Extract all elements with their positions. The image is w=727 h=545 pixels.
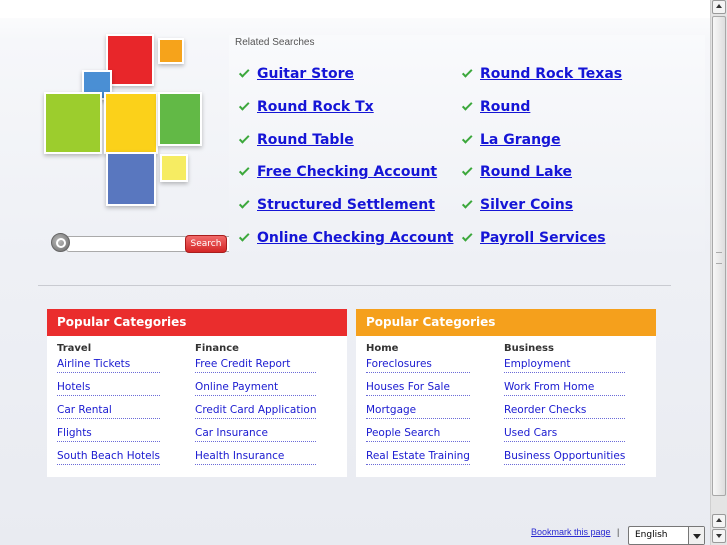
- checkmark-icon: [240, 233, 252, 241]
- category-link[interactable]: Online Payment: [195, 380, 317, 396]
- category-column-business: Business Employment Work From Home Reord…: [504, 343, 626, 472]
- arrow-up-icon: [716, 4, 722, 8]
- bookmark-link[interactable]: Bookmark this page: [531, 527, 611, 537]
- scroll-down-button[interactable]: [712, 529, 726, 543]
- related-link-text[interactable]: Round Rock Texas: [480, 66, 622, 82]
- category-column-finance: Finance Free Credit Report Online Paymen…: [195, 343, 317, 472]
- category-column-home: Home Foreclosures Houses For Sale Mortga…: [366, 343, 470, 472]
- checkmark-icon: [463, 233, 475, 241]
- related-link[interactable]: Round: [463, 99, 530, 115]
- category-link[interactable]: Employment: [504, 357, 626, 373]
- logo-square-blue: [106, 152, 156, 206]
- category-link[interactable]: Business Opportunities: [504, 449, 626, 465]
- related-link-text[interactable]: Guitar Store: [257, 66, 354, 82]
- related-link[interactable]: Silver Coins: [463, 197, 573, 213]
- category-link[interactable]: Foreclosures: [366, 357, 470, 373]
- related-link-text[interactable]: Round Table: [257, 132, 354, 148]
- checkmark-icon: [240, 69, 252, 77]
- scrollbar-thumb[interactable]: [712, 16, 726, 496]
- related-link-text[interactable]: Round: [480, 99, 530, 115]
- checkmark-icon: [240, 102, 252, 110]
- categories-box-right: Popular Categories Home Foreclosures Hou…: [356, 309, 656, 477]
- related-link-text[interactable]: Online Checking Account: [257, 230, 454, 246]
- logo-square-orange: [158, 38, 184, 64]
- related-link[interactable]: Structured Settlement: [240, 197, 435, 213]
- scroll-up-button[interactable]: [712, 0, 726, 14]
- checkmark-icon: [240, 167, 252, 175]
- category-title: Home: [366, 343, 399, 354]
- grip-icon: [716, 252, 722, 264]
- arrow-up-icon: [716, 518, 722, 522]
- checkmark-icon: [463, 167, 475, 175]
- category-title: Business: [504, 343, 554, 354]
- category-link[interactable]: Houses For Sale: [366, 380, 470, 396]
- related-link-text[interactable]: Payroll Services: [480, 230, 606, 246]
- related-link[interactable]: Free Checking Account: [240, 164, 437, 180]
- chevron-down-icon[interactable]: [688, 527, 704, 544]
- categories-header: Popular Categories: [356, 309, 656, 336]
- category-title: Finance: [195, 343, 239, 354]
- category-link[interactable]: Hotels: [57, 380, 161, 396]
- category-link[interactable]: South Beach Hotels: [57, 449, 161, 465]
- category-link[interactable]: Health Insurance: [195, 449, 317, 465]
- related-link-text[interactable]: Round Rock Tx: [257, 99, 374, 115]
- divider: [38, 285, 671, 286]
- top-strip: [0, 0, 710, 18]
- related-link[interactable]: La Grange: [463, 132, 561, 148]
- related-link[interactable]: Round Rock Texas: [463, 66, 622, 82]
- related-link-text[interactable]: Free Checking Account: [257, 164, 437, 180]
- category-link[interactable]: Work From Home: [504, 380, 626, 396]
- magnifier-icon: [51, 233, 70, 252]
- category-link[interactable]: Free Credit Report: [195, 357, 317, 373]
- related-link-text[interactable]: La Grange: [480, 132, 561, 148]
- logo-square-green: [158, 92, 202, 146]
- related-link[interactable]: Payroll Services: [463, 230, 606, 246]
- logo-square-red: [106, 34, 154, 86]
- checkmark-icon: [463, 102, 475, 110]
- categories-header: Popular Categories: [47, 309, 347, 336]
- categories-box-left: Popular Categories Travel Airline Ticket…: [47, 309, 347, 477]
- search-button[interactable]: Search: [185, 235, 227, 253]
- category-link[interactable]: Car Insurance: [195, 426, 317, 442]
- scrollbar[interactable]: [710, 0, 727, 545]
- logo-square-light-yellow: [160, 154, 188, 182]
- site-logo: [40, 30, 210, 212]
- logo-square-yellow: [104, 92, 158, 154]
- language-value: English: [635, 530, 668, 540]
- arrow-down-icon: [716, 534, 722, 538]
- category-column-travel: Travel Airline Tickets Hotels Car Rental…: [57, 343, 161, 472]
- category-link[interactable]: Real Estate Training: [366, 449, 470, 465]
- related-link-text[interactable]: Structured Settlement: [257, 197, 435, 213]
- checkmark-icon: [240, 135, 252, 143]
- checkmark-icon: [463, 200, 475, 208]
- category-link[interactable]: Credit Card Application: [195, 403, 317, 419]
- related-searches-title: Related Searches: [235, 37, 315, 48]
- scroll-up-button-lower[interactable]: [712, 514, 726, 528]
- category-link[interactable]: Airline Tickets: [57, 357, 161, 373]
- category-link[interactable]: Used Cars: [504, 426, 626, 442]
- category-link[interactable]: Flights: [57, 426, 161, 442]
- category-link[interactable]: People Search: [366, 426, 470, 442]
- language-select[interactable]: English: [628, 526, 705, 545]
- checkmark-icon: [240, 200, 252, 208]
- related-link[interactable]: Round Rock Tx: [240, 99, 374, 115]
- footer-separator: |: [617, 527, 620, 537]
- related-link[interactable]: Guitar Store: [240, 66, 354, 82]
- related-link-text[interactable]: Silver Coins: [480, 197, 573, 213]
- logo-square-lime: [44, 92, 102, 154]
- related-link[interactable]: Round Table: [240, 132, 354, 148]
- checkmark-icon: [463, 69, 475, 77]
- checkmark-icon: [463, 135, 475, 143]
- category-link[interactable]: Reorder Checks: [504, 403, 626, 419]
- related-link-text[interactable]: Round Lake: [480, 164, 572, 180]
- category-link[interactable]: Mortgage: [366, 403, 470, 419]
- category-link[interactable]: Car Rental: [57, 403, 161, 419]
- category-title: Travel: [57, 343, 92, 354]
- related-link[interactable]: Online Checking Account: [240, 230, 454, 246]
- related-link[interactable]: Round Lake: [463, 164, 572, 180]
